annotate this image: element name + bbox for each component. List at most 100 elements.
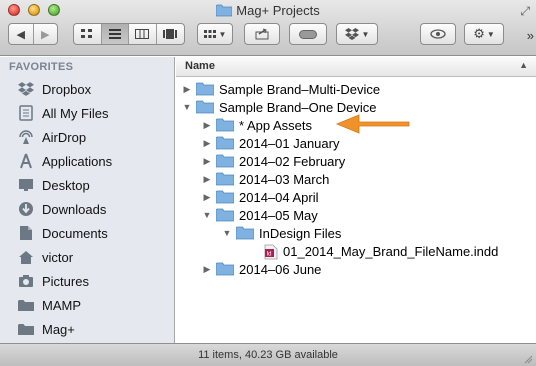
disclosure-triangle-collapsed-icon[interactable]: ▶ bbox=[202, 174, 212, 185]
sort-ascending-icon: ▲ bbox=[519, 60, 528, 70]
chevron-down-icon: ▼ bbox=[361, 29, 370, 39]
sidebar-item-applications[interactable]: Applications bbox=[16, 149, 112, 173]
eye-icon bbox=[430, 29, 446, 39]
file-name: 01_2014_May_Brand_FileName.indd bbox=[283, 243, 499, 259]
disclosure-triangle-collapsed-icon[interactable]: ▶ bbox=[202, 156, 212, 167]
sidebar-item-desktop[interactable]: Desktop bbox=[16, 173, 90, 197]
list-item[interactable]: ▼ InDesign Files bbox=[176, 224, 536, 242]
disclosure-triangle-expanded-icon[interactable]: ▼ bbox=[202, 210, 212, 220]
sidebar-item-label: Documents bbox=[42, 225, 108, 241]
list-item[interactable]: ▶ 2014–03 March bbox=[176, 170, 536, 188]
back-button[interactable]: ◀ bbox=[9, 24, 34, 44]
sidebar-item-documents[interactable]: Documents bbox=[16, 221, 108, 245]
arrange-button[interactable]: ▼ bbox=[197, 23, 233, 45]
chevron-down-icon: ▼ bbox=[486, 29, 495, 39]
file-name: 2014–06 June bbox=[239, 261, 322, 277]
folder-icon bbox=[215, 118, 235, 132]
column-header-name[interactable]: Name ▲ bbox=[176, 57, 536, 77]
folder-icon bbox=[215, 172, 235, 186]
view-mode-control bbox=[73, 23, 185, 45]
toolbar: ◀ ▶ ▼ ▼ ⚙ ▼ » bbox=[0, 23, 536, 49]
file-name: 2014–02 February bbox=[239, 153, 346, 169]
chevron-left-icon: ◀ bbox=[16, 28, 25, 41]
folder-icon bbox=[215, 262, 235, 276]
disclosure-triangle-expanded-icon[interactable]: ▼ bbox=[222, 228, 232, 238]
coverflow-view-button[interactable] bbox=[157, 24, 184, 44]
sidebar-item-label: Downloads bbox=[42, 201, 107, 217]
folder-icon bbox=[235, 226, 255, 240]
sidebar-item-label: Applications bbox=[42, 153, 113, 169]
folder-icon bbox=[215, 190, 235, 204]
chevron-down-icon: ▼ bbox=[218, 29, 227, 39]
toolbar-overflow-button[interactable]: » bbox=[527, 28, 534, 43]
tags-button[interactable] bbox=[289, 23, 327, 45]
column-header-label: Name bbox=[185, 60, 215, 72]
desktop-icon bbox=[16, 176, 36, 194]
icon-view-button[interactable] bbox=[74, 24, 102, 44]
sidebar-item-label: All My Files bbox=[42, 105, 109, 121]
list-item[interactable]: ▶ 2014–06 June bbox=[176, 260, 536, 278]
folder-icon bbox=[215, 4, 233, 20]
status-bar: 11 items, 40.23 GB available bbox=[0, 343, 536, 366]
folder-icon bbox=[16, 320, 36, 338]
sidebar-item-label: Pictures bbox=[42, 273, 89, 289]
sidebar-item-pictures[interactable]: Pictures bbox=[16, 269, 89, 293]
window-titlebar: Mag+ Projects ⤢ ◀ ▶ ▼ ▼ ⚙ ▼ » bbox=[0, 0, 536, 56]
sidebar: FAVORITES Dropbox All My Files AirDrop A… bbox=[0, 57, 175, 343]
chevron-right-icon: ▶ bbox=[41, 28, 50, 41]
favorites-header: FAVORITES bbox=[9, 61, 74, 73]
share-button[interactable] bbox=[244, 23, 280, 45]
disclosure-triangle-collapsed-icon[interactable]: ▶ bbox=[202, 264, 212, 275]
folder-icon bbox=[195, 82, 215, 96]
indesign-document-icon: Id bbox=[264, 244, 278, 260]
sidebar-item-airdrop[interactable]: AirDrop bbox=[16, 125, 86, 149]
list-item[interactable]: Id 01_2014_May_Brand_FileName.indd bbox=[176, 242, 536, 260]
annotation-arrow-icon bbox=[335, 114, 410, 134]
disclosure-triangle-collapsed-icon[interactable]: ▶ bbox=[202, 138, 212, 149]
dropbox-icon bbox=[344, 28, 359, 40]
icon-view-icon bbox=[81, 29, 93, 38]
sidebar-item-label: Desktop bbox=[42, 177, 90, 193]
list-item[interactable]: ▶ 2014–01 January bbox=[176, 134, 536, 152]
list-item[interactable]: ▶ 2014–04 April bbox=[176, 188, 536, 206]
file-name: 2014–04 April bbox=[239, 189, 319, 205]
folder-icon bbox=[215, 208, 235, 222]
forward-button[interactable]: ▶ bbox=[34, 24, 58, 44]
sidebar-item-dropbox[interactable]: Dropbox bbox=[16, 77, 91, 101]
action-button[interactable]: ⚙ ▼ bbox=[464, 23, 504, 45]
file-name: 2014–01 January bbox=[239, 135, 340, 151]
airdrop-icon bbox=[16, 128, 36, 146]
sidebar-item-all-my-files[interactable]: All My Files bbox=[16, 101, 108, 125]
arrange-grid-icon bbox=[203, 29, 216, 38]
applications-icon bbox=[16, 152, 36, 170]
quicklook-button[interactable] bbox=[420, 23, 456, 45]
downloads-icon bbox=[16, 200, 36, 218]
back-forward-control: ◀ ▶ bbox=[8, 23, 58, 45]
list-item[interactable]: ▶ 2014–02 February bbox=[176, 152, 536, 170]
file-name: 2014–03 March bbox=[239, 171, 330, 187]
disclosure-triangle-collapsed-icon[interactable]: ▶ bbox=[182, 84, 192, 95]
disclosure-triangle-expanded-icon[interactable]: ▼ bbox=[182, 102, 192, 112]
sidebar-item-mag-plus[interactable]: Mag+ bbox=[16, 317, 75, 341]
list-view-button[interactable] bbox=[101, 24, 129, 44]
tag-toggle-icon bbox=[299, 29, 317, 39]
status-text: 11 items, 40.23 GB available bbox=[198, 349, 338, 361]
list-item[interactable]: ▼ 2014–05 May bbox=[176, 206, 536, 224]
sidebar-item-label: AirDrop bbox=[42, 129, 87, 145]
file-name: InDesign Files bbox=[259, 225, 342, 241]
dropbox-button[interactable]: ▼ bbox=[336, 23, 378, 45]
documents-icon bbox=[16, 224, 36, 242]
resize-grip-icon[interactable] bbox=[523, 354, 533, 364]
disclosure-triangle-collapsed-icon[interactable]: ▶ bbox=[202, 120, 212, 131]
list-item[interactable]: ▶ Sample Brand–Multi-Device bbox=[176, 80, 536, 98]
sidebar-item-mamp[interactable]: MAMP bbox=[16, 293, 81, 317]
disclosure-triangle-collapsed-icon[interactable]: ▶ bbox=[202, 192, 212, 203]
sidebar-item-label: Mag+ bbox=[42, 321, 75, 337]
sidebar-item-victor[interactable]: victor bbox=[16, 245, 73, 269]
sidebar-item-label: MAMP bbox=[42, 297, 81, 313]
share-icon bbox=[255, 28, 269, 40]
column-view-button[interactable] bbox=[129, 24, 157, 44]
sidebar-item-downloads[interactable]: Downloads bbox=[16, 197, 106, 221]
fullscreen-icon[interactable]: ⤢ bbox=[520, 4, 530, 19]
file-name: * App Assets bbox=[239, 117, 312, 133]
